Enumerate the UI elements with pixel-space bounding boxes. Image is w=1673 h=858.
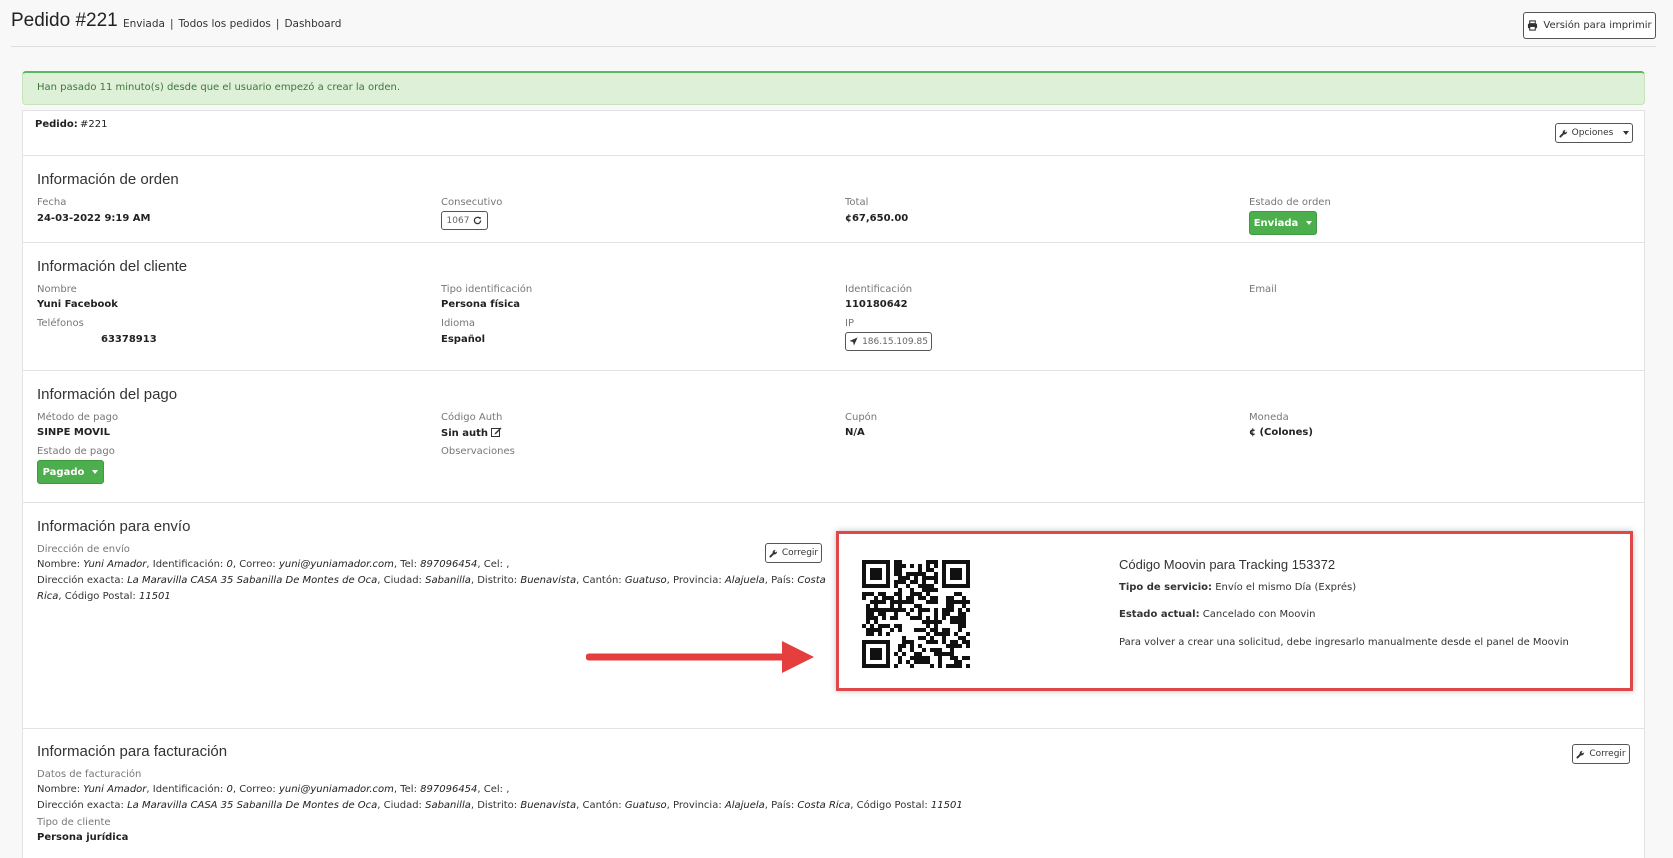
refresh-icon <box>474 216 482 225</box>
caret-down-icon <box>1623 131 1630 135</box>
section-divider <box>22 502 1645 503</box>
qr-code-icon <box>862 560 970 668</box>
client-info-heading: Información del cliente <box>37 258 188 275</box>
tipo-identificacion-value: Persona física <box>441 299 521 310</box>
billing-fix-button[interactable]: Corregir <box>1572 744 1630 764</box>
options-button-label: Opciones <box>1571 128 1614 138</box>
order-status-value: Enviada <box>1253 217 1299 229</box>
edit-icon[interactable] <box>491 427 502 437</box>
wrench-icon <box>1559 129 1567 138</box>
cupon-value: N/A <box>845 427 865 438</box>
payment-info-heading: Información del pago <box>37 386 178 403</box>
codigo-auth-label: Código Auth <box>441 412 503 423</box>
codigo-auth-value: Sin auth <box>441 427 502 439</box>
estado-pago-label: Estado de pago <box>37 446 115 457</box>
divider <box>11 46 1656 47</box>
status-text: Enviada <box>123 18 165 30</box>
section-divider <box>22 242 1645 243</box>
shipping-info-heading: Información para envío <box>37 518 191 535</box>
payment-status-dropdown[interactable]: Pagado <box>37 460 104 484</box>
codigo-auth-text: Sin auth <box>441 428 488 439</box>
page-title: Pedido #221 <box>11 10 118 31</box>
elapsed-time-alert: Han pasado 11 minuto(s) desde que el usu… <box>22 71 1645 105</box>
moovin-title: Código Moovin para Tracking 153372 <box>1119 557 1336 572</box>
datos-facturacion-label: Datos de facturación <box>37 769 142 780</box>
options-dropdown-button[interactable]: Opciones <box>1555 123 1633 143</box>
ip-button[interactable]: 186.15.109.85 <box>845 332 932 351</box>
pedido-value: #221 <box>80 119 108 130</box>
order-info-heading: Información de orden <box>37 171 179 188</box>
ip-value: 186.15.109.85 <box>862 336 928 347</box>
cupon-label: Cupón <box>845 412 878 423</box>
consecutivo-label: Consecutivo <box>441 197 503 208</box>
idioma-label: Idioma <box>441 318 476 329</box>
payment-status-value: Pagado <box>42 466 85 478</box>
moovin-note: Para volver a crear una solicitud, debe … <box>1119 637 1569 648</box>
section-divider <box>22 728 1645 729</box>
email-label: Email <box>1249 284 1277 295</box>
telefonos-value: 63378913 <box>101 334 157 345</box>
moovin-service-row: Tipo de servicio: Envío el mismo Día (Ex… <box>1119 582 1357 593</box>
metodo-pago-value: SINPE MOVIL <box>37 427 110 438</box>
moneda-value: ¢ (Colones) <box>1249 427 1313 438</box>
location-arrow-icon <box>849 337 858 346</box>
ip-label: IP <box>845 318 854 329</box>
estado-orden-label: Estado de orden <box>1249 197 1331 208</box>
consecutivo-button[interactable]: 1067 <box>441 211 488 230</box>
identificacion-label: Identificación <box>845 284 913 295</box>
wrench-icon <box>1576 750 1585 759</box>
tipo-cliente-value: Persona jurídica <box>37 832 129 843</box>
fecha-value: 24-03-2022 9:19 AM <box>37 213 151 224</box>
pedido-label: Pedido: <box>35 119 78 130</box>
link-all-orders[interactable]: Todos los pedidos <box>179 18 271 30</box>
total-value: ¢67,650.00 <box>845 213 909 224</box>
metodo-pago-label: Método de pago <box>37 412 119 423</box>
consecutivo-value: 1067 <box>446 215 470 226</box>
link-dashboard[interactable]: Dashboard <box>284 18 341 30</box>
arrow-annotation-icon <box>586 641 814 673</box>
identificacion-value: 110180642 <box>845 299 908 310</box>
alert-text: Han pasado 11 minuto(s) desde que el usu… <box>37 82 401 93</box>
print-button[interactable]: Versión para imprimir <box>1523 12 1656 39</box>
nombre-label: Nombre <box>37 284 77 295</box>
moneda-label: Moneda <box>1249 412 1289 423</box>
billing-address-text: Nombre: Yuni Amador, Identificación: 0, … <box>37 784 963 811</box>
order-panel <box>22 110 1645 858</box>
moovin-status-row: Estado actual: Cancelado con Moovin <box>1119 609 1316 620</box>
shipping-address-text: Nombre: Yuni Amador, Identificación: 0, … <box>37 559 826 602</box>
breadcrumb: Enviada | Todos los pedidos | Dashboard <box>123 18 342 30</box>
printer-icon <box>1528 20 1538 31</box>
tipo-identificacion-label: Tipo identificación <box>441 284 533 295</box>
billing-info-heading: Información para facturación <box>37 743 228 760</box>
telefonos-label: Teléfonos <box>37 318 84 329</box>
direccion-envio-label: Dirección de envío <box>37 544 130 555</box>
caret-down-icon <box>92 470 99 474</box>
nombre-value: Yuni Facebook <box>37 299 118 310</box>
print-button-label: Versión para imprimir <box>1543 20 1652 31</box>
tipo-cliente-label: Tipo de cliente <box>37 817 111 828</box>
total-label: Total <box>845 197 869 208</box>
top-bar: Pedido #221 Enviada | Todos los pedidos | Da… <box>0 0 1673 48</box>
billing-fix-label: Corregir <box>1589 749 1626 759</box>
section-divider <box>22 155 1645 156</box>
section-divider <box>22 370 1645 371</box>
fecha-label: Fecha <box>37 197 67 208</box>
order-status-dropdown[interactable]: Enviada <box>1249 211 1317 235</box>
idioma-value: Español <box>441 334 486 345</box>
observaciones-label: Observaciones <box>441 446 515 457</box>
caret-down-icon <box>1306 221 1313 225</box>
